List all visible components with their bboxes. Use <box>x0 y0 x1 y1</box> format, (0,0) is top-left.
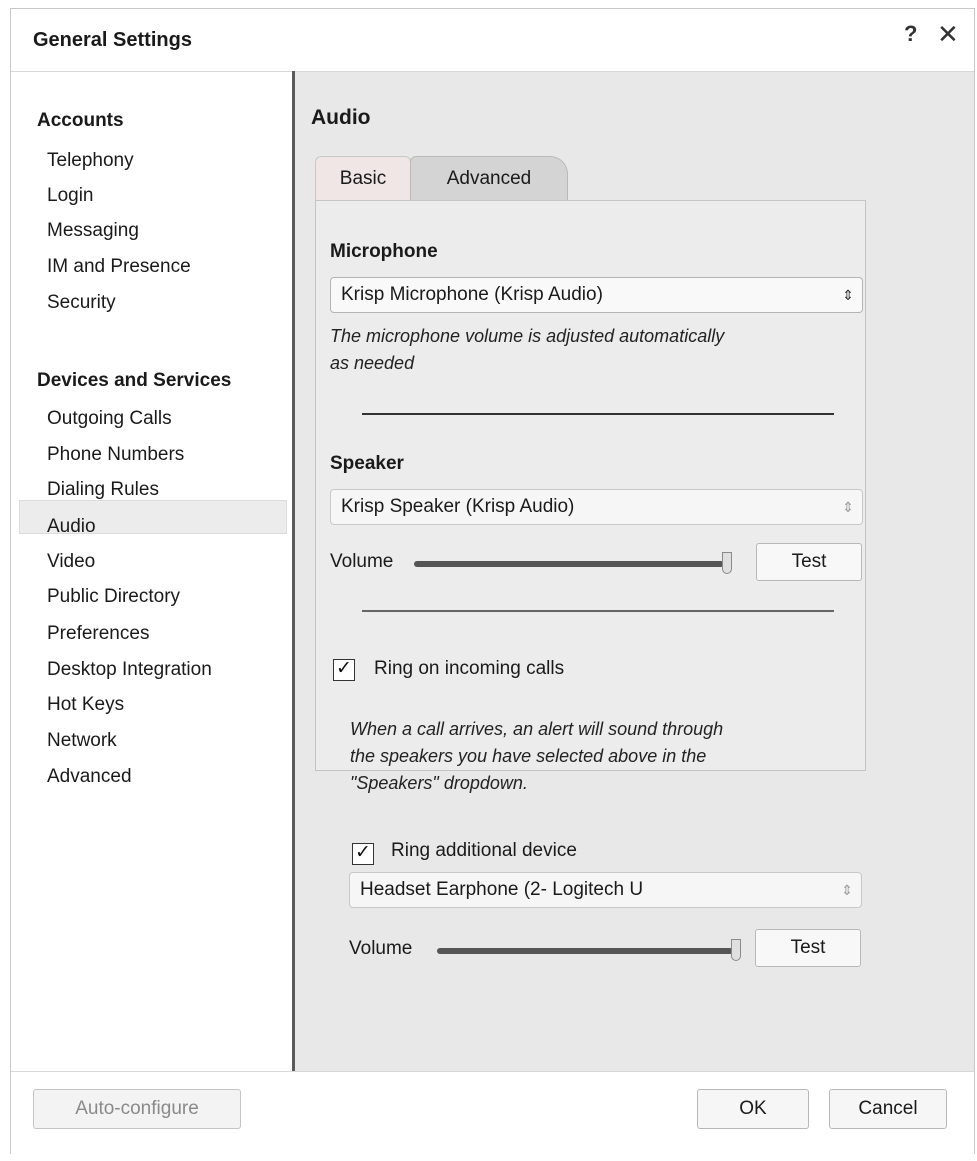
close-icon[interactable]: ✕ <box>937 19 959 50</box>
settings-dialog: General Settings ? ✕ Accounts Telephony … <box>10 8 975 1154</box>
speaker-select-value: Krisp Speaker (Krisp Audio) <box>341 496 575 517</box>
ring-note: When a call arrives, an alert will sound… <box>350 716 723 797</box>
additional-test-button[interactable]: Test <box>755 929 861 967</box>
settings-sidebar: Accounts Telephony Login Messaging IM an… <box>11 71 292 1072</box>
section-divider <box>362 413 834 415</box>
dialog-footer: Auto-configure OK Cancel <box>11 1071 974 1154</box>
additional-device-select[interactable]: Headset Earphone (2- Logitech U ⇕ <box>349 872 862 908</box>
speaker-label: Speaker <box>330 453 404 474</box>
additional-volume-slider[interactable] <box>437 948 733 954</box>
sidebar-item-telephony[interactable]: Telephony <box>47 150 134 172</box>
check-icon: ✓ <box>355 842 371 863</box>
updown-arrow-icon: ⇕ <box>842 287 854 303</box>
ring-note-line-2: the speakers you have selected above in … <box>350 746 707 766</box>
sidebar-item-advanced[interactable]: Advanced <box>47 766 132 788</box>
speaker-volume-label: Volume <box>330 551 394 572</box>
sidebar-item-desktop-integration[interactable]: Desktop Integration <box>47 659 212 681</box>
section-divider <box>362 610 834 612</box>
microphone-note-line-1: The microphone volume is adjusted automa… <box>330 326 725 346</box>
tab-basic[interactable]: Basic <box>315 156 411 200</box>
sidebar-item-im-presence[interactable]: IM and Presence <box>47 256 191 278</box>
ring-note-line-3: "Speakers" dropdown. <box>350 773 528 793</box>
sidebar-item-messaging[interactable]: Messaging <box>47 220 139 242</box>
microphone-select-value: Krisp Microphone (Krisp Audio) <box>341 284 603 305</box>
updown-arrow-icon: ⇕ <box>841 882 853 898</box>
page-title: Audio <box>311 106 371 129</box>
sidebar-item-security[interactable]: Security <box>47 292 116 314</box>
additional-volume-label: Volume <box>349 938 413 959</box>
sidebar-item-login[interactable]: Login <box>47 185 94 207</box>
ring-note-line-1: When a call arrives, an alert will sound… <box>350 719 724 739</box>
dialog-title: General Settings <box>33 29 192 51</box>
additional-device-select-value: Headset Earphone (2- Logitech U <box>360 879 644 900</box>
sidebar-item-audio[interactable]: Audio <box>47 516 96 538</box>
speaker-volume-slider[interactable] <box>414 561 724 567</box>
ring-additional-label[interactable]: Ring additional device <box>391 840 577 862</box>
sidebar-heading-accounts: Accounts <box>37 110 124 131</box>
microphone-label: Microphone <box>330 241 438 262</box>
sidebar-item-hot-keys[interactable]: Hot Keys <box>47 694 124 716</box>
sidebar-heading-devices: Devices and Services <box>37 370 232 391</box>
speaker-volume-thumb[interactable] <box>722 552 732 574</box>
auto-configure-button[interactable]: Auto-configure <box>33 1089 241 1129</box>
sidebar-item-phone-numbers[interactable]: Phone Numbers <box>47 444 184 466</box>
tab-advanced[interactable]: Advanced <box>410 156 568 200</box>
sidebar-item-video[interactable]: Video <box>47 551 95 573</box>
ok-button[interactable]: OK <box>697 1089 809 1129</box>
help-button[interactable]: ? <box>904 21 917 47</box>
sidebar-item-preferences[interactable]: Preferences <box>47 623 149 645</box>
updown-arrow-icon: ⇕ <box>842 499 854 515</box>
sidebar-item-public-directory[interactable]: Public Directory <box>47 586 180 608</box>
settings-content: Audio Basic Advanced Microphone Krisp Mi… <box>295 71 974 1072</box>
ring-incoming-checkbox[interactable]: ✓ <box>333 658 355 681</box>
sidebar-item-dialing-rules[interactable]: Dialing Rules <box>47 479 159 501</box>
ring-additional-checkbox[interactable]: ✓ <box>352 842 374 865</box>
speaker-select[interactable]: Krisp Speaker (Krisp Audio) ⇕ <box>330 489 863 525</box>
title-bar: General Settings ? ✕ <box>11 9 974 71</box>
sidebar-item-network[interactable]: Network <box>47 730 117 752</box>
audio-settings-panel: Microphone Krisp Microphone (Krisp Audio… <box>315 200 866 793</box>
microphone-select[interactable]: Krisp Microphone (Krisp Audio) ⇕ <box>330 277 863 313</box>
check-icon: ✓ <box>336 658 352 679</box>
microphone-note: The microphone volume is adjusted automa… <box>330 323 724 377</box>
cancel-button[interactable]: Cancel <box>829 1089 947 1129</box>
sidebar-item-outgoing-calls[interactable]: Outgoing Calls <box>47 408 172 430</box>
additional-volume-thumb[interactable] <box>731 939 741 961</box>
ring-incoming-label[interactable]: Ring on incoming calls <box>374 658 564 680</box>
speaker-test-button[interactable]: Test <box>756 543 862 581</box>
microphone-note-line-2: as needed <box>330 353 415 373</box>
